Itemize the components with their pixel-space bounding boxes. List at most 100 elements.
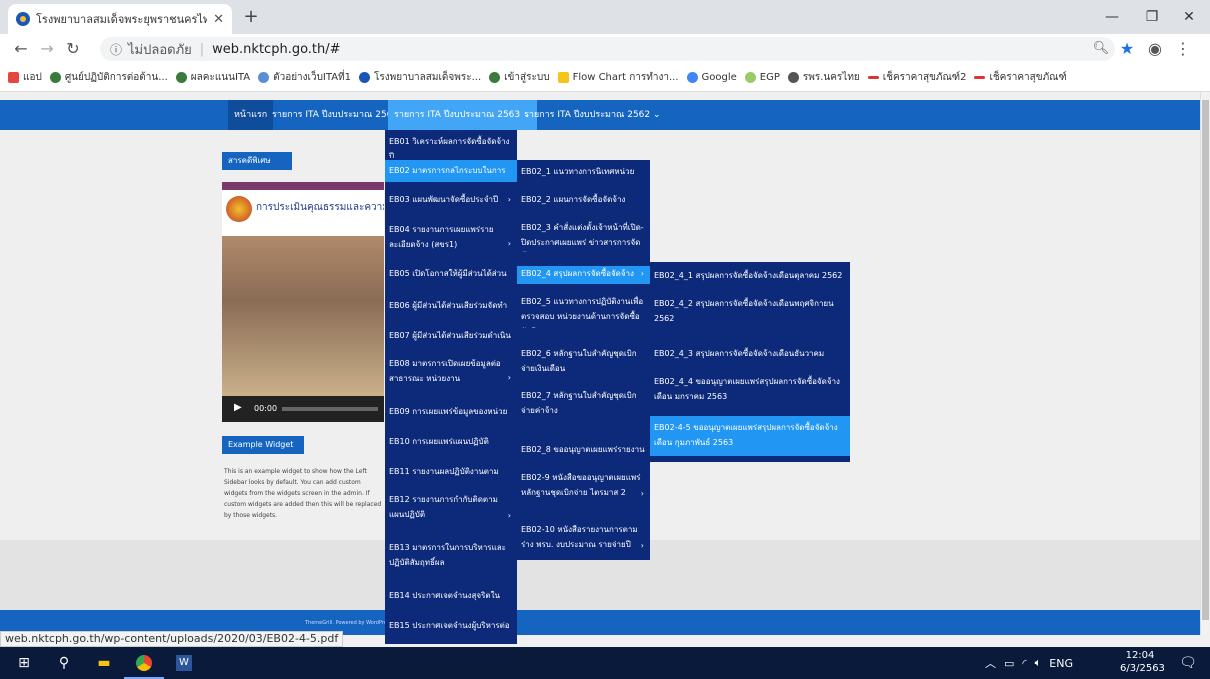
close-window-button[interactable]: ✕: [1172, 4, 1206, 30]
video-title: การประเมินคุณธรรมและความ: [256, 202, 384, 213]
search-icon[interactable]: ⚲: [44, 647, 84, 679]
video-controls: ▶ 00:00: [222, 396, 384, 422]
apps-icon: [8, 72, 19, 83]
profile-icon[interactable]: ◉: [1144, 38, 1166, 60]
submenu-item-eb02-4-5[interactable]: EB02-4-5 ขออนุญาตเผยแพร่สรุปผลการจัดซื้อ…: [650, 416, 850, 456]
footer-credit: ThemeGrill. Powered by WordPress: [305, 620, 393, 626]
bookmark-item[interactable]: เช็คราคาสุขภัณฑ์: [974, 70, 1067, 85]
bookmark-icon: [175, 72, 187, 83]
new-tab-button[interactable]: +: [240, 6, 262, 28]
menu-item-eb05[interactable]: EB05 เปิดโอกาสให้ผู้มีส่วนได้ส่วนเสีย: [385, 266, 517, 284]
bookmark-icon: [557, 72, 569, 83]
submenu-item-eb02-2[interactable]: EB02_2 แผนการจัดซื้อจัดจ้างประจำปีงบประม…: [517, 192, 650, 210]
chevron-right-icon: ›: [507, 373, 511, 382]
nav-ita-2564[interactable]: รายการ ITA ปีงบประมาณ 2564: [266, 100, 404, 130]
bookmark-item[interactable]: เข้าสู่ระบบ: [489, 70, 550, 85]
menu-item-eb14[interactable]: EB14 ประกาศเจตจำนงสุจริตในการบริหารงาน: [385, 588, 517, 606]
menu-item-eb12[interactable]: EB12 รายงานการกำกับติดตามแผนปฏิบัติ ›: [385, 492, 517, 526]
bookmark-item[interactable]: Flow Chart การทำงา...: [557, 70, 679, 85]
submenu-item-eb02-4-3[interactable]: EB02_4_3 สรุปผลการจัดซื้อจัดจ้างเดือนธัน…: [650, 346, 850, 364]
info-icon[interactable]: ⓘ: [110, 41, 122, 58]
google-icon: [686, 72, 698, 83]
volume-icon[interactable]: 🔈︎: [1035, 656, 1042, 670]
reload-button[interactable]: ↻: [62, 38, 84, 60]
video-player[interactable]: การประเมินคุณธรรมและความ ▶ 00:00: [222, 182, 384, 422]
submenu-item-eb02-6[interactable]: EB02_6 หลักฐานใบสำคัญชุดเบิกจ่ายเงินเดือ…: [517, 346, 650, 378]
video-progress[interactable]: [282, 407, 378, 411]
submenu-item-eb02-9[interactable]: EB02-9 หนังสือขออนุญาตเผยแพร่หลักฐานชุดเ…: [517, 470, 650, 502]
menu-item-eb08[interactable]: EB08 มาตรการเปิดเผยข้อมูลต่อสาธารณะ หน่ว…: [385, 356, 517, 388]
address-bar[interactable]: ⓘ ไม่ปลอดภัย | web.nktcph.go.th/#: [100, 37, 1115, 61]
nav-ita-2563[interactable]: รายการ ITA ปีงบประมาณ 2563 ⌄: [388, 100, 537, 130]
zoom-icon[interactable]: 🔍︎: [1090, 38, 1112, 60]
menu-item-eb06[interactable]: EB06 ผู้มีส่วนได้ส่วนเสียร่วมจัดทำแผน: [385, 298, 517, 316]
menu-item-eb02[interactable]: EB02 มาตรการกลไกระบบในการจัดซื้อ: [385, 160, 517, 182]
bookmark-icon: [787, 72, 799, 83]
submenu-item-eb02-3[interactable]: EB02_3 คำสั่งแต่งตั้งเจ้าหน้าที่เปิด-ปิด…: [517, 220, 650, 252]
bookmark-icon: [974, 76, 986, 79]
close-tab-icon[interactable]: ✕: [213, 12, 224, 27]
restore-button[interactable]: ❐: [1135, 4, 1169, 30]
play-icon[interactable]: ▶: [234, 402, 242, 413]
bookmark-icon: [867, 76, 879, 79]
dropdown-menu-level3: EB02_4_1 สรุปผลการจัดซื้อจัดจ้างเดือนตุล…: [650, 262, 850, 462]
notifications-icon[interactable]: 🗨︎: [1168, 647, 1208, 679]
bookmark-star-icon[interactable]: ★: [1116, 38, 1138, 60]
bookmark-item[interactable]: รพร.นครไทย: [787, 70, 860, 85]
menu-item-eb15[interactable]: EB15 ประกาศเจตจำนงผู้บริหารต่อสาธารณชน: [385, 618, 517, 636]
submenu-item-eb02-4-1[interactable]: EB02_4_1 สรุปผลการจัดซื้อจัดจ้างเดือนตุล…: [650, 268, 850, 286]
menu-item-eb04[interactable]: EB04 รายงานการเผยแพร่รายละเอียดจ้าง (สขร…: [385, 222, 517, 254]
site-favicon-icon: [16, 12, 30, 26]
submenu-item-eb02-5[interactable]: EB02_5 แนวทางการปฏิบัติงานเพื่อตรวจสอบ ห…: [517, 294, 650, 328]
submenu-item-eb02-8[interactable]: EB02_8 ขออนุญาตเผยแพร่รายงาน: [517, 442, 650, 460]
widget-title-special: สารคดีพิเศษ: [222, 152, 292, 170]
word-logo-icon: W: [176, 655, 192, 671]
clock-date: 6/3/2563: [1120, 663, 1165, 674]
bookmark-item[interactable]: EGP: [744, 72, 780, 83]
bookmark-item[interactable]: ศูนย์ปฏิบัติการต่อต้าน...: [49, 70, 168, 85]
wifi-icon[interactable]: ◜: [1022, 657, 1026, 670]
submenu-item-eb02-7[interactable]: EB02_7 หลักฐานใบสำคัญชุดเบิกจ่ายค่าจ้าง: [517, 388, 650, 420]
scrollbar-thumb[interactable]: [1202, 100, 1209, 620]
chevron-down-icon: ⌄: [653, 110, 661, 120]
browser-tab[interactable]: โรงพยาบาลสมเด็จพระยุพราชนครไทย ✕: [8, 4, 232, 34]
chrome-icon[interactable]: [124, 647, 164, 679]
menu-item-eb10[interactable]: EB10 การเผยแพร่แผนปฏิบัติราชการ: [385, 434, 517, 452]
forward-button[interactable]: →: [36, 38, 58, 60]
submenu-item-eb02-10[interactable]: EB02-10 หนังสือรายงานการตามร่าง พรบ. งบป…: [517, 522, 650, 554]
submenu-item-eb02-4-2[interactable]: EB02_4_2 สรุปผลการจัดซื้อจัดจ้างเดือนพฤศ…: [650, 296, 850, 328]
url-text[interactable]: web.nktcph.go.th/#: [212, 42, 340, 57]
file-explorer-icon[interactable]: ▬: [84, 647, 124, 679]
submenu-item-eb02-4-4[interactable]: EB02_4_4 ขออนุญาตเผยแพร่สรุปผลการจัดซื้อ…: [650, 374, 850, 406]
bookmark-icon: [258, 72, 270, 83]
back-button[interactable]: ←: [10, 38, 32, 60]
bookmark-icon: [744, 72, 756, 83]
menu-item-eb13[interactable]: EB13 มาตรการในการบริหารและปฏิบัติสัมฤทธิ…: [385, 540, 517, 574]
language-indicator[interactable]: ENG: [1049, 657, 1073, 670]
submenu-item-eb02-4[interactable]: EB02_4 สรุปผลการจัดซื้อจัดจ้าง ›: [517, 266, 650, 284]
menu-item-eb11[interactable]: EB11 รายงานผลปฏิบัติงานตามแผน: [385, 464, 517, 482]
bookmark-item[interactable]: ผลคะแนนITA: [175, 70, 250, 85]
nav-ita-2562[interactable]: รายการ ITA ปีงบประมาณ 2562 ⌄: [518, 100, 667, 130]
logo-icon: [226, 196, 252, 222]
word-icon[interactable]: W: [164, 647, 204, 679]
bookmark-item[interactable]: Google: [686, 72, 737, 83]
bookmark-apps[interactable]: แอป: [8, 70, 42, 85]
windows-start-icon[interactable]: ⊞: [4, 647, 44, 679]
chevron-right-icon: ›: [507, 239, 511, 248]
bookmark-item[interactable]: เช็คราคาสุขภัณฑ์2: [867, 70, 966, 85]
clock-time: 12:04: [1125, 650, 1155, 661]
show-hidden-icons[interactable]: ︿: [985, 655, 996, 671]
minimize-button[interactable]: —: [1095, 4, 1129, 30]
submenu-item-eb02-1[interactable]: EB02_1 แนวทางการนิเทศหน่วยงานปีงบประมาณ2…: [517, 164, 650, 182]
bookmark-item[interactable]: ตัวอย่างเว็บITAที่1: [258, 70, 351, 85]
menu-item-eb01[interactable]: EB01 วิเคราะห์ผลการจัดซื้อจัดจ้างปี: [385, 134, 517, 158]
menu-icon[interactable]: ⋮: [1172, 38, 1194, 60]
bookmark-item[interactable]: โรงพยาบาลสมเด็จพระ...: [359, 70, 481, 85]
menu-item-eb09[interactable]: EB09 การเผยแพร่ข้อมูลของหน่วยงาน: [385, 404, 517, 422]
network-icon[interactable]: ▭: [1004, 657, 1014, 670]
dropdown-menu-level1: EB01 วิเคราะห์ผลการจัดซื้อจัดจ้างปี EB02…: [385, 130, 517, 644]
clock[interactable]: 12:04 6/3/2563: [1120, 649, 1165, 677]
menu-item-eb07[interactable]: EB07 ผู้มีส่วนได้ส่วนเสียร่วมดำเนินการ: [385, 328, 517, 346]
menu-item-eb03[interactable]: EB03 แผนพัฒนาจัดซื้อประจำปี ›: [385, 192, 517, 210]
